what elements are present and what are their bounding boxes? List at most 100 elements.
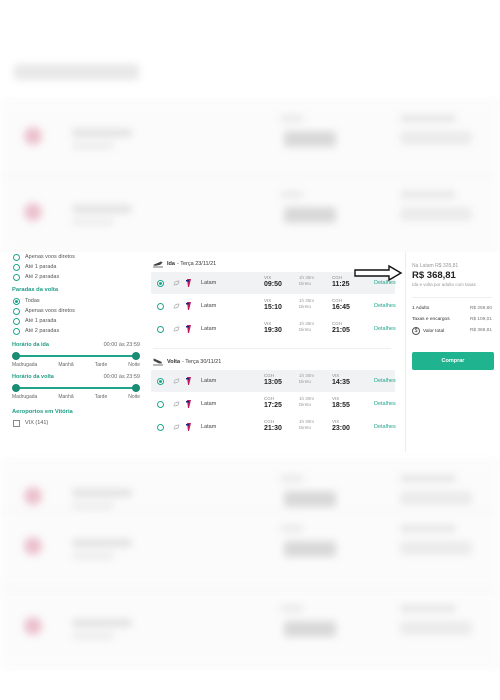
total-price: R$ 368,81	[412, 270, 456, 281]
return-stops-heading: Paradas da volta	[12, 287, 59, 293]
airline-name: Latam	[201, 303, 217, 309]
arrival-time: 16:45	[332, 304, 350, 311]
departure-time: 15:10	[264, 304, 282, 311]
departure-time-slider[interactable]	[12, 352, 140, 360]
filter-label: Apenas voos diretos	[25, 254, 75, 260]
radio-button[interactable]	[157, 424, 164, 431]
landing-plane-icon	[153, 358, 163, 366]
departure-time: 19:30	[264, 327, 282, 334]
duration: 1h 35m Direto	[299, 275, 314, 287]
blurred-card	[0, 176, 500, 254]
price-note: Ida e volta por adulto com taxas	[412, 282, 476, 287]
filter-option[interactable]: Até 2 paradas	[13, 326, 140, 336]
radio-button[interactable]	[157, 303, 164, 310]
departure: VIX 09:50	[264, 275, 282, 288]
latam-logo-icon	[186, 279, 191, 287]
checkbox[interactable]	[13, 419, 20, 427]
details-link[interactable]: Detalhes	[374, 326, 396, 332]
price-summary: Na Latam R$ 328,81 R$ 368,81 Ida e volta…	[405, 252, 500, 452]
arrival-time: 14:35	[332, 379, 350, 386]
filter-option[interactable]: Até 2 paradas	[13, 272, 140, 282]
departure-time: 13:05	[264, 379, 282, 386]
return-label: Volta	[167, 359, 181, 365]
slider-handle-end[interactable]	[132, 352, 140, 360]
return-time-slider[interactable]	[12, 384, 140, 392]
summary-row: Taxas e encargos R$ 109,01	[412, 314, 500, 325]
arrival: CGH 16:45	[332, 298, 350, 311]
filter-option[interactable]: Apenas voos diretos	[13, 306, 140, 316]
divider	[412, 297, 492, 298]
radio-button[interactable]	[13, 307, 20, 315]
blurred-card	[0, 590, 500, 668]
latam-logo-icon	[186, 423, 191, 431]
filter-option[interactable]: Apenas voos diretos	[13, 252, 140, 262]
radio-button[interactable]	[157, 378, 164, 385]
duration: 1h 35m Direto	[299, 298, 314, 310]
summary-row: $ Valor total R$ 368,81	[412, 325, 500, 336]
period-labels: Madrugada Manhã Tarde Noite	[12, 362, 140, 368]
flight-row[interactable]: Latam VIX 19:30 1h 35m Direto CGH 21:05 Det…	[151, 318, 396, 340]
summary-value: R$ 368,81	[469, 328, 492, 333]
flight-row[interactable]: Latam VIX 15:10 1h 35m Direto CGH 16:45 Det…	[151, 295, 396, 317]
filter-label: Até 1 parada	[25, 264, 57, 270]
details-link[interactable]: Detalhes	[374, 378, 396, 384]
filters-sidebar: Apenas voos diretos Até 1 parada Até 2 p…	[12, 252, 140, 452]
details-link[interactable]: Detalhes	[374, 401, 396, 407]
summary-label: Valor total	[423, 328, 445, 334]
radio-button[interactable]	[157, 401, 164, 408]
flight-type: Direto	[299, 327, 312, 332]
blurred-card	[0, 100, 500, 178]
period-label: Manhã	[58, 362, 74, 368]
page: Apenas voos diretos Até 1 parada Até 2 p…	[0, 0, 500, 700]
radio-button[interactable]	[13, 327, 20, 335]
summary-value: R$ 109,01	[469, 317, 492, 322]
radio-button[interactable]	[13, 273, 20, 281]
slider-handle-start[interactable]	[12, 352, 20, 360]
radio-button[interactable]	[13, 317, 20, 325]
filter-option[interactable]: Até 1 parada	[13, 316, 140, 326]
flight-type: Direto	[299, 304, 312, 309]
duration: 1h 30m Direto	[299, 419, 314, 431]
buy-button[interactable]: Comprar	[412, 352, 494, 370]
arrival: VIX 14:35	[332, 373, 350, 386]
flight-row[interactable]: Latam CGH 13:05 1h 30m Direto VIX 14:35 Det…	[151, 370, 396, 392]
blurred-title	[14, 64, 139, 80]
period-label: Tarde	[94, 394, 108, 400]
departure-time: 09:50	[264, 281, 282, 288]
details-link[interactable]: Detalhes	[374, 424, 396, 430]
radio-button[interactable]	[13, 253, 20, 261]
duration: 1h 30m Direto	[299, 396, 314, 408]
slider-handle-end[interactable]	[132, 384, 140, 392]
arrival: VIX 23:00	[332, 419, 350, 432]
leaf-icon	[173, 424, 180, 430]
airline-name: Latam	[201, 280, 217, 286]
airline-price-label: Na Latam R$ 328,81	[412, 263, 459, 269]
arrival-time: 23:00	[332, 425, 350, 432]
duration: 1h 30m Direto	[299, 373, 314, 385]
period-labels: Madrugada Manhã Tarde Noite	[12, 394, 140, 400]
filter-option[interactable]: Até 1 parada	[13, 262, 140, 272]
filter-label: Até 2 paradas	[25, 274, 60, 280]
flight-row[interactable]: Latam CGH 17:25 1h 30m Direto VIX 18:55 Det…	[151, 393, 396, 415]
departure-time-range: 00:00 às 23:59	[103, 342, 140, 348]
return-header: Volta - Terça 30/11/21	[143, 355, 401, 369]
flight-type: Direto	[299, 425, 312, 430]
departure: VIX 19:30	[264, 321, 282, 334]
radio-button[interactable]	[157, 280, 164, 287]
filter-label: Todas	[25, 298, 40, 304]
arrival-time: 11:25	[332, 281, 350, 288]
flight-row[interactable]: Latam CGH 21:30 1h 30m Direto VIX 23:00 Det…	[151, 416, 396, 438]
filter-label: Até 1 parada	[25, 318, 57, 324]
radio-button[interactable]	[157, 326, 164, 333]
slider-handle-start[interactable]	[12, 384, 20, 392]
details-link[interactable]: Detalhes	[374, 303, 396, 309]
flight-type: Direto	[299, 379, 312, 384]
period-label: Noite	[128, 362, 140, 368]
filter-option[interactable]: Todas	[13, 296, 140, 306]
departure-time: 21:30	[264, 425, 282, 432]
arrival-time: 21:05	[332, 327, 350, 334]
radio-button[interactable]	[13, 297, 20, 305]
arrow-right-icon	[354, 264, 403, 282]
airport-option[interactable]: VIX (141)	[13, 418, 140, 428]
radio-button[interactable]	[13, 263, 20, 271]
